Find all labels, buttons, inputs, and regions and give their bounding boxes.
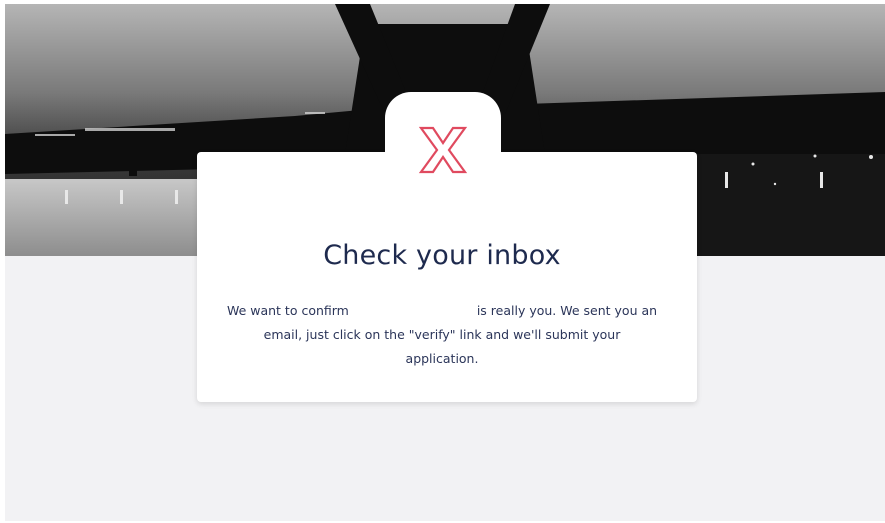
x-logo-icon bbox=[415, 124, 471, 176]
confirmation-message: We want to confirm is really you. We sen… bbox=[226, 299, 658, 371]
message-part-1: We want to confirm bbox=[226, 302, 349, 318]
page-title: Check your inbox bbox=[323, 240, 561, 272]
redacted-email bbox=[352, 304, 473, 318]
